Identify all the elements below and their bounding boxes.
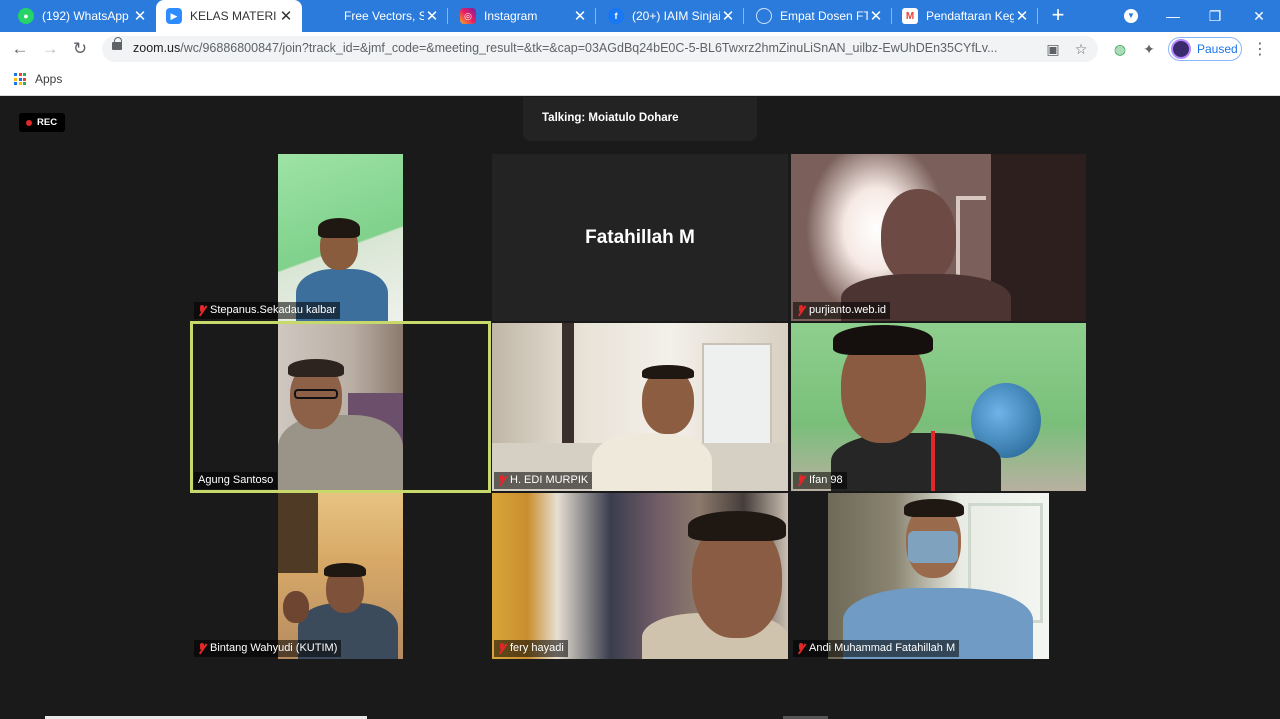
zoom-meeting-view: REC Talking: Moiatulo Dohare Stepanus.Se… (0, 97, 1280, 719)
participant-tile[interactable]: fery hayadi (492, 493, 788, 659)
browser-toolbar: ← → ↻ zoom.us/wc/96886800847/join?track_… (0, 32, 1280, 66)
mic-muted-icon (796, 475, 806, 486)
tab-title: (20+) IAIM Sinjai (632, 9, 720, 23)
participant-name-only-tile[interactable]: Fatahillah M (492, 154, 788, 321)
tab-title: Free Vectors, Stoc (344, 9, 424, 23)
participant-tile[interactable]: purjianto.web.id (791, 154, 1086, 321)
close-icon[interactable]: ✕ (868, 7, 884, 25)
tab-separator (1037, 8, 1038, 24)
record-dot-icon (26, 119, 32, 126)
participant-name-label: purjianto.web.id (793, 302, 891, 319)
puzzle-icon[interactable]: ✦ (1140, 40, 1158, 58)
talking-indicator: Talking: Moiatulo Dohare (523, 97, 757, 141)
tab-title: KELAS MATERI #4 (190, 9, 278, 23)
participant-video (791, 323, 1086, 491)
participant-video (492, 323, 788, 491)
close-icon[interactable]: ✕ (132, 7, 148, 25)
participant-name-label: Agung Santoso (194, 472, 278, 489)
participant-tile-spotlight[interactable]: Agung Santoso (192, 323, 489, 491)
participant-video (791, 154, 1086, 321)
minimize-button[interactable]: — (1152, 0, 1194, 32)
tab-search-button[interactable]: ▼ (1110, 0, 1152, 32)
freepik-icon (320, 8, 336, 24)
tab-freepik[interactable]: Free Vectors, Stoc ✕ (302, 0, 448, 32)
zoom-icon: ▶ (166, 8, 182, 24)
address-bar[interactable]: zoom.us/wc/96886800847/join?track_id=&jm… (102, 36, 1098, 62)
avatar (1171, 39, 1191, 59)
participant-name-label: H. EDI MURPIK (494, 472, 593, 489)
tab-whatsapp[interactable]: ● (192) WhatsApp ✕ (0, 0, 156, 32)
participant-name-label: fery hayadi (494, 640, 568, 657)
apps-link[interactable]: Apps (35, 72, 62, 86)
tab-facebook[interactable]: f (20+) IAIM Sinjai ✕ (596, 0, 744, 32)
restore-button[interactable]: ❐ (1194, 0, 1236, 32)
mic-muted-icon (197, 643, 207, 654)
tab-pendaftaran[interactable]: M Pendaftaran Keg ✕ (892, 0, 1038, 32)
tab-instagram[interactable]: ◎ Instagram ✕ (448, 0, 596, 32)
browser-tab-strip: ● (192) WhatsApp ✕ ▶ KELAS MATERI #4 ✕ F… (0, 0, 1280, 32)
recording-indicator: REC (19, 113, 66, 132)
facebook-icon: f (608, 8, 624, 24)
participant-name-label: Bintang Wahyudi (KUTIM) (194, 640, 342, 657)
participant-video (492, 493, 788, 659)
apps-grid-icon[interactable] (14, 73, 26, 85)
new-tab-button[interactable]: + (1046, 4, 1070, 28)
tab-title: Instagram (484, 9, 538, 23)
mic-muted-icon (796, 305, 806, 316)
reload-button[interactable]: ↻ (68, 37, 92, 61)
lock-icon[interactable] (112, 37, 122, 50)
tab-zoom-kelas-materi[interactable]: ▶ KELAS MATERI #4 ✕ (156, 0, 302, 32)
profile-button[interactable]: Paused (1168, 37, 1242, 61)
participant-tile[interactable]: Bintang Wahyudi (KUTIM) (192, 493, 489, 659)
participant-video (278, 323, 403, 491)
mic-muted-icon (796, 643, 806, 654)
instagram-icon: ◎ (460, 8, 476, 24)
more-menu-icon[interactable]: ⋮ (1252, 40, 1268, 60)
participant-name-label: Andi Muhammad Fatahillah M (793, 640, 960, 657)
participant-video (278, 154, 403, 321)
participant-video (278, 493, 403, 659)
extension-globe-icon[interactable]: ◍ (1111, 40, 1129, 58)
profile-status: Paused (1197, 42, 1238, 56)
star-icon[interactable]: ☆ (1072, 40, 1090, 58)
bookmarks-bar: Apps (0, 66, 1280, 96)
participant-name-label: Ifan 98 (793, 472, 847, 489)
participant-name-label: Stepanus.Sekadau kalbar (194, 302, 340, 319)
mic-muted-icon (497, 643, 507, 654)
participant-video (828, 493, 1049, 659)
close-icon[interactable]: ✕ (1014, 7, 1030, 25)
participant-tile[interactable]: H. EDI MURPIK (492, 323, 788, 491)
participant-tile[interactable]: Ifan 98 (791, 323, 1086, 491)
tab-title: Empat Dosen FTIK (780, 9, 868, 23)
chevron-down-icon: ▼ (1124, 9, 1138, 23)
globe-icon (756, 8, 772, 24)
participant-tile[interactable]: Stepanus.Sekadau kalbar (192, 154, 489, 321)
close-icon[interactable]: ✕ (278, 7, 294, 25)
tab-title: Pendaftaran Keg (926, 9, 1014, 23)
mic-muted-icon (197, 305, 207, 316)
tab-empat-dosen[interactable]: Empat Dosen FTIK ✕ (744, 0, 892, 32)
url-text[interactable]: zoom.us/wc/96886800847/join?track_id=&jm… (133, 41, 1033, 55)
whatsapp-icon: ● (18, 8, 34, 24)
forward-button[interactable]: → (38, 37, 62, 61)
gmail-icon: M (902, 8, 918, 24)
camera-blocked-icon[interactable]: ▣ (1044, 40, 1062, 58)
close-window-button[interactable]: ✕ (1238, 0, 1280, 32)
close-icon[interactable]: ✕ (424, 7, 440, 25)
close-icon[interactable]: ✕ (572, 7, 588, 25)
mic-muted-icon (497, 475, 507, 486)
back-button[interactable]: ← (8, 37, 32, 61)
tab-title: (192) WhatsApp (42, 9, 129, 23)
close-icon[interactable]: ✕ (720, 7, 736, 25)
participant-tile[interactable]: Andi Muhammad Fatahillah M (791, 493, 1086, 659)
